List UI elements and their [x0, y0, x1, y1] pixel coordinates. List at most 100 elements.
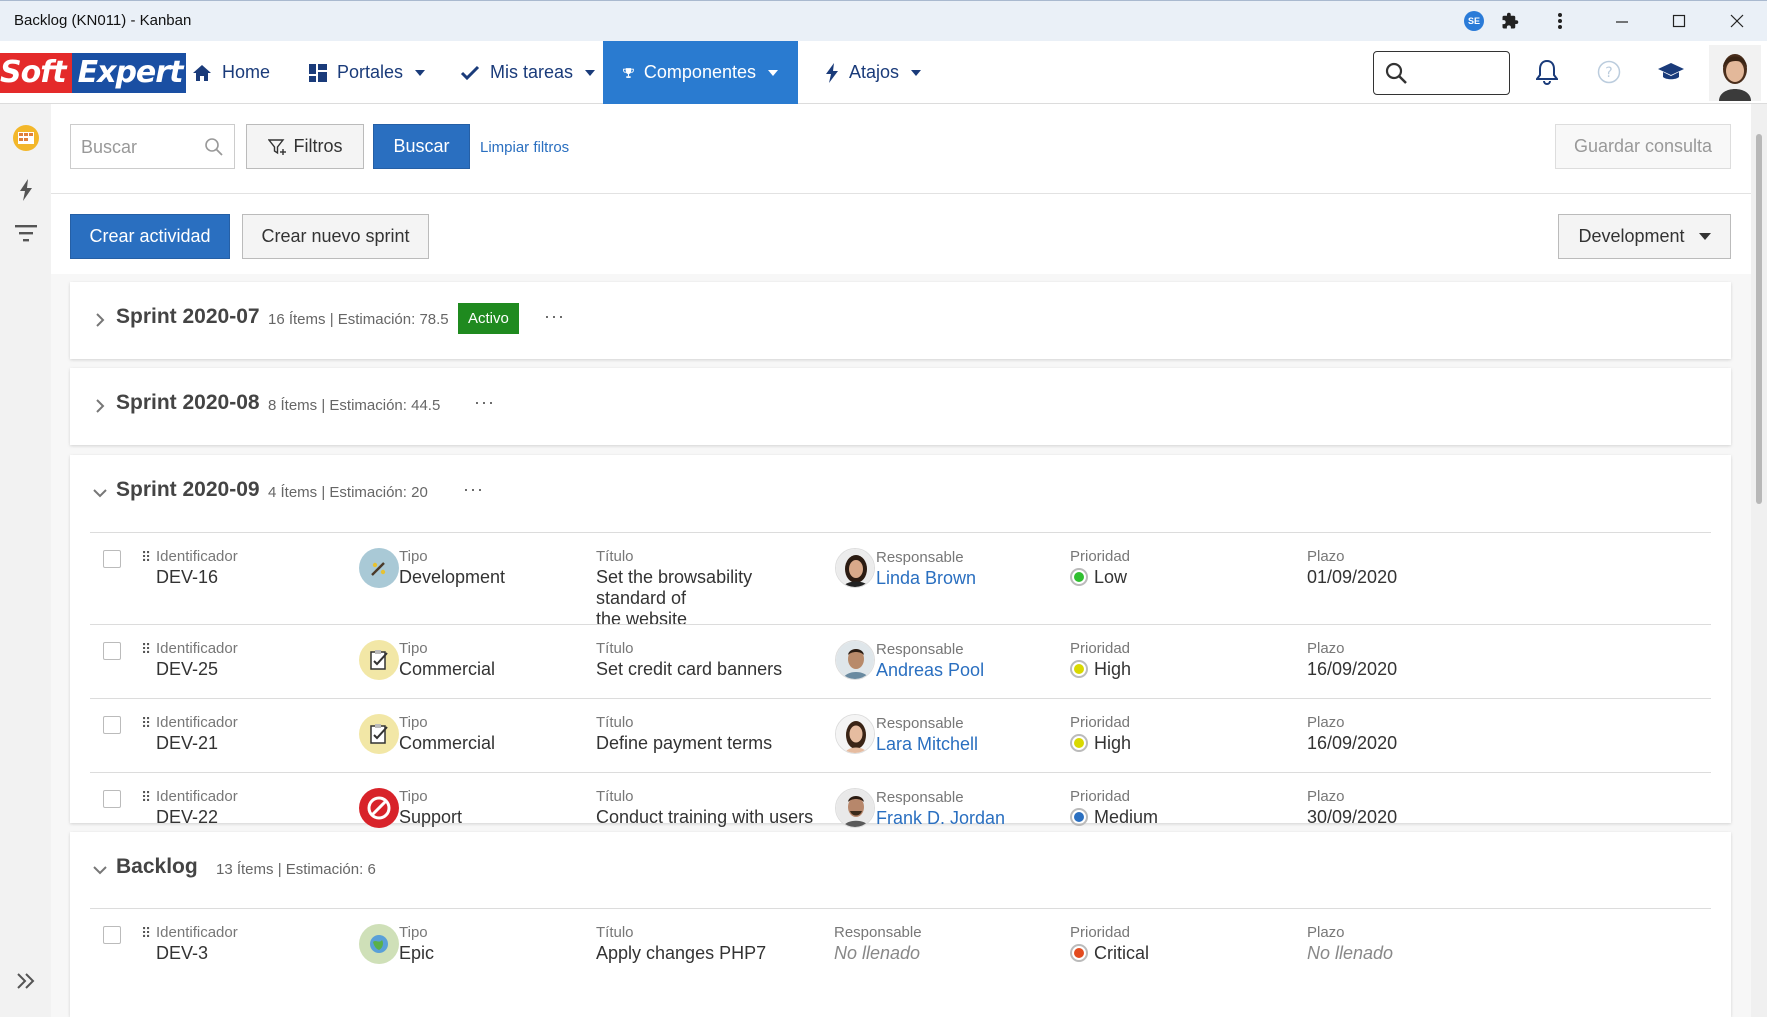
title-cell[interactable]: Título Conduct training with users	[596, 788, 813, 828]
development-dropdown[interactable]: Development	[1558, 214, 1731, 259]
sprint-header[interactable]: Sprint 2020-07 16 Ítems | Estimación: 78…	[70, 282, 1731, 358]
more-options-icon[interactable]: ···	[544, 306, 565, 327]
drag-handle-icon[interactable]: ⠿	[141, 641, 151, 658]
responsible-cell: Responsable Andreas Pool	[876, 641, 985, 680]
backlog-meta: 13 Ítems | Estimación: 6	[216, 861, 376, 878]
deadline-cell: Plazo 16/09/2020	[1307, 640, 1398, 679]
kanban-app-icon[interactable]	[12, 124, 40, 152]
funnel-icon	[267, 138, 286, 155]
more-options-icon[interactable]: ···	[474, 392, 495, 413]
type-cell: Tipo Support	[399, 788, 463, 827]
drag-handle-icon[interactable]: ⠿	[141, 925, 151, 942]
responsible-cell: Responsable Frank D. Jordan	[876, 789, 1006, 828]
help-icon[interactable]: ?	[1594, 57, 1624, 87]
chevron-right-icon[interactable]	[90, 396, 110, 416]
responsible-cell: Responsable Linda Brown	[876, 549, 977, 588]
filters-button[interactable]: Filtros	[246, 124, 364, 169]
more-options-icon[interactable]: ···	[463, 479, 484, 500]
sprint-panel: Sprint 2020-07 16 Ítems | Estimación: 78…	[70, 282, 1731, 359]
clear-filters-link[interactable]: Limpiar filtros	[480, 139, 569, 156]
row-checkbox[interactable]	[103, 642, 121, 660]
sprint-header[interactable]: Sprint 2020-09 4 Ítems | Estimación: 20 …	[70, 455, 1731, 531]
softexpert-logo[interactable]: Soft Expert	[0, 53, 187, 93]
table-row[interactable]: ⠿ Identificador DEV-21 Tipo Commercial Tít…	[90, 698, 1711, 772]
table-row[interactable]: ⠿ Identificador DEV-22 Tipo Support Título…	[90, 772, 1711, 828]
user-avatar[interactable]	[1709, 45, 1761, 101]
nav-portales[interactable]: Portales	[309, 41, 426, 104]
vertical-scrollbar[interactable]	[1751, 104, 1767, 1017]
create-sprint-button[interactable]: Crear nuevo sprint	[242, 214, 429, 259]
create-activity-button[interactable]: Crear actividad	[70, 214, 230, 259]
type-cell: Tipo Epic	[399, 924, 435, 963]
type-cell: Tipo Commercial	[399, 714, 496, 753]
close-icon[interactable]	[1727, 11, 1747, 31]
avatar	[835, 548, 875, 588]
priority-cell: Prioridad Medium	[1070, 788, 1159, 827]
caret-down-icon	[1698, 233, 1711, 240]
deadline-cell: Plazo 01/09/2020	[1307, 548, 1398, 587]
search-input[interactable]: Buscar	[70, 124, 235, 169]
chevron-down-icon[interactable]	[90, 860, 110, 880]
priority-cell: Prioridad Critical	[1070, 924, 1150, 963]
deadline-cell: Plazo 30/09/2020	[1307, 788, 1398, 827]
backlog-header[interactable]: Backlog 13 Ítems | Estimación: 6	[70, 832, 1731, 908]
bell-icon[interactable]	[1532, 57, 1562, 87]
id-cell: Identificador DEV-22	[156, 788, 238, 827]
backlog-panel: Backlog 13 Ítems | Estimación: 6 ⠿ Ident…	[70, 832, 1731, 1017]
expand-sidebar-icon[interactable]	[12, 967, 40, 995]
sprint-name: Sprint 2020-07	[116, 305, 260, 328]
maximize-icon[interactable]	[1669, 11, 1689, 31]
table-row[interactable]: ⠿ Identificador DEV-3 Tipo Epic Título Appl…	[90, 908, 1711, 1017]
drag-handle-icon[interactable]: ⠿	[141, 715, 151, 732]
window-title: Backlog (KN011) - Kanban	[14, 12, 192, 29]
trophy-icon	[623, 67, 634, 78]
support-type-icon	[359, 788, 399, 828]
row-checkbox[interactable]	[103, 790, 121, 808]
row-checkbox[interactable]	[103, 716, 121, 734]
search-icon	[205, 138, 223, 156]
row-checkbox[interactable]	[103, 926, 121, 944]
drag-handle-icon[interactable]: ⠿	[141, 549, 151, 566]
kebab-menu-icon[interactable]	[1550, 11, 1570, 31]
type-cell: Tipo Commercial	[399, 640, 496, 679]
responsible-cell: Responsable Lara Mitchell	[876, 715, 979, 754]
sprint-panel: Sprint 2020-09 4 Ítems | Estimación: 20 …	[70, 455, 1731, 828]
table-row[interactable]: ⠿ Identificador DEV-25 Tipo Commercial Tít…	[90, 624, 1711, 698]
puzzle-icon[interactable]	[1500, 11, 1520, 31]
graduation-cap-icon[interactable]	[1656, 57, 1686, 87]
commercial-type-icon	[359, 714, 399, 754]
row-checkbox[interactable]	[103, 550, 121, 568]
responsible-cell: Responsable No llenado	[834, 924, 922, 963]
priority-medium-icon	[1070, 808, 1088, 826]
title-cell[interactable]: Título Set the browsability standard of th…	[596, 548, 826, 630]
filter-icon[interactable]	[12, 219, 40, 247]
global-search-input[interactable]	[1373, 51, 1510, 95]
home-icon	[193, 64, 211, 81]
nav-atajos[interactable]: Atajos	[825, 41, 922, 104]
minimize-icon[interactable]	[1612, 11, 1632, 31]
search-button[interactable]: Buscar	[373, 124, 470, 169]
sprint-name: Sprint 2020-09	[116, 478, 260, 501]
title-cell[interactable]: Título Define payment terms	[596, 714, 772, 754]
status-badge: Activo	[458, 303, 519, 334]
title-cell[interactable]: Título Set credit card banners	[596, 640, 782, 680]
title-cell[interactable]: Título Apply changes PHP7	[596, 924, 766, 964]
bolt-icon[interactable]	[12, 176, 40, 204]
se-extension-icon[interactable]: SE	[1464, 11, 1484, 31]
priority-critical-icon	[1070, 944, 1088, 962]
nav-mis-tareas[interactable]: Mis tareas	[460, 41, 596, 104]
action-toolbar: Crear actividad Crear nuevo sprint Devel…	[51, 194, 1751, 274]
sprint-header[interactable]: Sprint 2020-08 8 Ítems | Estimación: 44.…	[70, 368, 1731, 444]
save-query-button[interactable]: Guardar consulta	[1555, 124, 1731, 169]
drag-handle-icon[interactable]: ⠿	[141, 789, 151, 806]
nav-componentes[interactable]: Componentes	[603, 41, 798, 104]
chevron-right-icon[interactable]	[90, 310, 110, 330]
portals-icon	[309, 63, 327, 82]
scrollbar-thumb[interactable]	[1756, 134, 1762, 504]
sprint-meta: 16 Ítems | Estimación: 78.5	[268, 311, 449, 328]
filter-toolbar: Buscar Filtros Buscar Limpiar filtros Gu…	[51, 104, 1751, 194]
chevron-down-icon	[911, 69, 922, 76]
chevron-down-icon[interactable]	[90, 483, 110, 503]
nav-home[interactable]: Home	[192, 41, 270, 104]
table-row[interactable]: ⠿ Identificador DEV-16 Tipo Development Tí…	[90, 532, 1711, 629]
